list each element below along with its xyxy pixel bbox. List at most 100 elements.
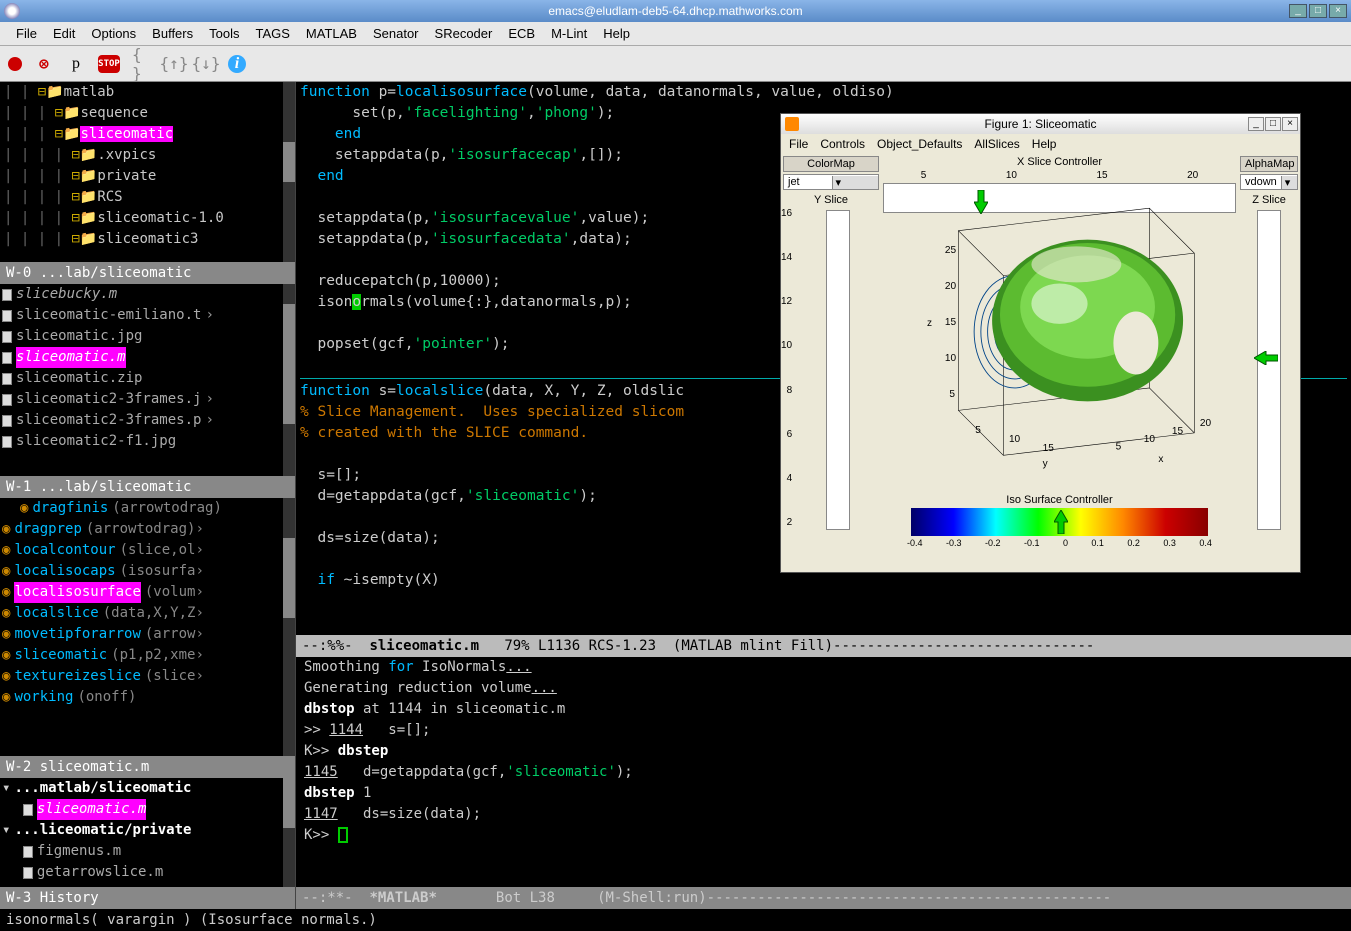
function-item[interactable]: ◉localisosurface (volum› — [0, 582, 295, 603]
function-item[interactable]: ◉working (onoff) — [0, 687, 295, 708]
buffer-item[interactable]: getarrowslice.m — [0, 862, 295, 883]
info-icon[interactable]: i — [228, 55, 246, 73]
braces-down-icon[interactable]: {↓} — [196, 54, 216, 74]
scrollbar[interactable] — [283, 82, 295, 262]
function-item[interactable]: ◉dragfinis (arrowtodrag) — [0, 498, 295, 519]
svg-text:20: 20 — [1200, 418, 1212, 429]
file-icon — [2, 394, 12, 406]
menu-tags[interactable]: TAGS — [247, 24, 297, 43]
tree-item[interactable]: | | | | ⊟📁private — [0, 166, 295, 187]
axes-3d[interactable]: 25 20 15 10 5 z 51015 y 5101520 x — [891, 194, 1228, 492]
buffer-item[interactable]: ▾...liceomatic/private — [0, 820, 295, 841]
minimize-button[interactable]: _ — [1289, 4, 1307, 18]
svg-text:y: y — [1043, 459, 1049, 470]
scrollbar[interactable] — [283, 778, 295, 887]
tree-item[interactable]: | | | ⊟📁sequence — [0, 103, 295, 124]
function-item[interactable]: ◉textureizeslice (slice› — [0, 666, 295, 687]
colormap-dropdown[interactable]: jet▾ — [783, 174, 879, 190]
fig-close-button[interactable]: × — [1282, 117, 1298, 131]
fig-menu-defaults[interactable]: Object_Defaults — [877, 137, 962, 151]
function-item[interactable]: ◉dragprep (arrowtodrag)› — [0, 519, 295, 540]
function-item[interactable]: ◉localisocaps (isosurfa› — [0, 561, 295, 582]
slider-arrow-icon[interactable] — [1054, 510, 1068, 537]
file-item[interactable]: sliceomatic2-3frames.p› — [0, 410, 295, 431]
menu-srecoder[interactable]: SRecoder — [427, 24, 501, 43]
file-icon — [23, 846, 33, 858]
stop-icon[interactable]: STOP — [98, 55, 120, 73]
tree-item[interactable]: | | | | ⊟📁RCS — [0, 187, 295, 208]
iso-slider[interactable] — [911, 508, 1208, 536]
menu-mlint[interactable]: M-Lint — [543, 24, 595, 43]
record-icon[interactable] — [8, 57, 22, 71]
buffer-item[interactable]: sliceomatic.m — [0, 799, 295, 820]
svg-text:z: z — [927, 318, 932, 329]
tree-item[interactable]: | | | | ⊟📁.xvpics — [0, 145, 295, 166]
z-slice-slider[interactable] — [1257, 210, 1281, 530]
buffer-item[interactable]: ▾...matlab/sliceomatic — [0, 778, 295, 799]
scrollbar[interactable] — [283, 284, 295, 476]
svg-text:10: 10 — [1009, 434, 1021, 445]
fig-menu-controls[interactable]: Controls — [820, 137, 865, 151]
function-item[interactable]: ◉localslice (data,X,Y,Z› — [0, 603, 295, 624]
y-slice-slider[interactable] — [826, 210, 850, 530]
buffer-item[interactable]: figmenus.m — [0, 841, 295, 862]
function-item[interactable]: ◉localcontour (slice,ol› — [0, 540, 295, 561]
tree-item[interactable]: | | | | ⊟📁sliceomatic-1.0 — [0, 208, 295, 229]
figure-window[interactable]: Figure 1: Sliceomatic _ □ × File Control… — [780, 113, 1301, 573]
maximize-button[interactable]: □ — [1309, 4, 1327, 18]
tree-item[interactable]: | | ⊟📁matlab — [0, 82, 295, 103]
scrollbar[interactable] — [283, 498, 295, 756]
file-item[interactable]: slicebucky.m — [0, 284, 295, 305]
menu-tools[interactable]: Tools — [201, 24, 247, 43]
menubar: File Edit Options Buffers Tools TAGS MAT… — [0, 22, 1351, 46]
file-icon — [2, 310, 12, 322]
file-item[interactable]: sliceomatic.zip — [0, 368, 295, 389]
fig-maximize-button[interactable]: □ — [1265, 117, 1281, 131]
fig-menu-file[interactable]: File — [789, 137, 808, 151]
braces-up-icon[interactable]: {↑} — [164, 54, 184, 74]
menu-ecb[interactable]: ECB — [500, 24, 543, 43]
file-item[interactable]: sliceomatic2-3frames.j› — [0, 389, 295, 410]
alphamap-dropdown[interactable]: vdown▾ — [1240, 174, 1298, 190]
slider-arrow-icon[interactable] — [1254, 351, 1278, 368]
file-item[interactable]: sliceomatic.m — [0, 347, 295, 368]
braces-icon[interactable]: { } — [132, 54, 152, 74]
y-slice-label: Y Slice — [781, 192, 881, 208]
iso-label: Iso Surface Controller — [881, 494, 1238, 506]
fig-minimize-button[interactable]: _ — [1248, 117, 1264, 131]
file-icon — [23, 804, 33, 816]
close-button[interactable]: × — [1329, 4, 1347, 18]
file-item[interactable]: sliceomatic.jpg — [0, 326, 295, 347]
menu-matlab[interactable]: MATLAB — [298, 24, 365, 43]
menu-buffers[interactable]: Buffers — [144, 24, 201, 43]
svg-text:10: 10 — [1144, 434, 1156, 445]
shell-modeline: --:**- *MATLAB* Bot L38 (M-Shell:run)---… — [296, 887, 1351, 909]
svg-text:5: 5 — [1116, 442, 1122, 453]
ecb-history: ▾...matlab/sliceomatic sliceomatic.m▾...… — [0, 778, 295, 887]
file-item[interactable]: sliceomatic2-f1.jpg — [0, 431, 295, 452]
tree-item[interactable]: | | | | ⊟📁sliceomatic3 — [0, 229, 295, 250]
fig-menu-allslices[interactable]: AllSlices — [974, 137, 1019, 151]
figure-title-text: Figure 1: Sliceomatic — [984, 117, 1096, 131]
tree-item[interactable]: | | | ⊟📁sliceomatic — [0, 124, 295, 145]
file-icon — [2, 436, 12, 448]
figure-titlebar[interactable]: Figure 1: Sliceomatic _ □ × — [781, 114, 1300, 134]
window-titlebar: emacs@eludlam-deb5-64.dhcp.mathworks.com… — [0, 0, 1351, 22]
menu-file[interactable]: File — [8, 24, 45, 43]
menu-help[interactable]: Help — [595, 24, 638, 43]
app-icon — [4, 3, 20, 19]
menu-edit[interactable]: Edit — [45, 24, 83, 43]
code-line: if ~isempty(X) — [300, 570, 1347, 591]
file-item[interactable]: sliceomatic-emiliano.t› — [0, 305, 295, 326]
fig-menu-help[interactable]: Help — [1032, 137, 1057, 151]
cancel-icon[interactable]: ⊗ — [34, 54, 54, 74]
menu-senator[interactable]: Senator — [365, 24, 427, 43]
function-item[interactable]: ◉movetipforarrow (arrow› — [0, 624, 295, 645]
menu-options[interactable]: Options — [83, 24, 144, 43]
shell-line: dbstep 1 — [304, 783, 1343, 804]
minibuffer[interactable]: isonormals( varargin ) (Isosurface norma… — [0, 909, 1351, 931]
function-item[interactable]: ◉sliceomatic (p1,p2,xme› — [0, 645, 295, 666]
p-icon[interactable]: p — [66, 54, 86, 74]
shell-line: Generating reduction volume... — [304, 678, 1343, 699]
matlab-shell[interactable]: Smoothing for IsoNormals...Generating re… — [296, 657, 1351, 887]
